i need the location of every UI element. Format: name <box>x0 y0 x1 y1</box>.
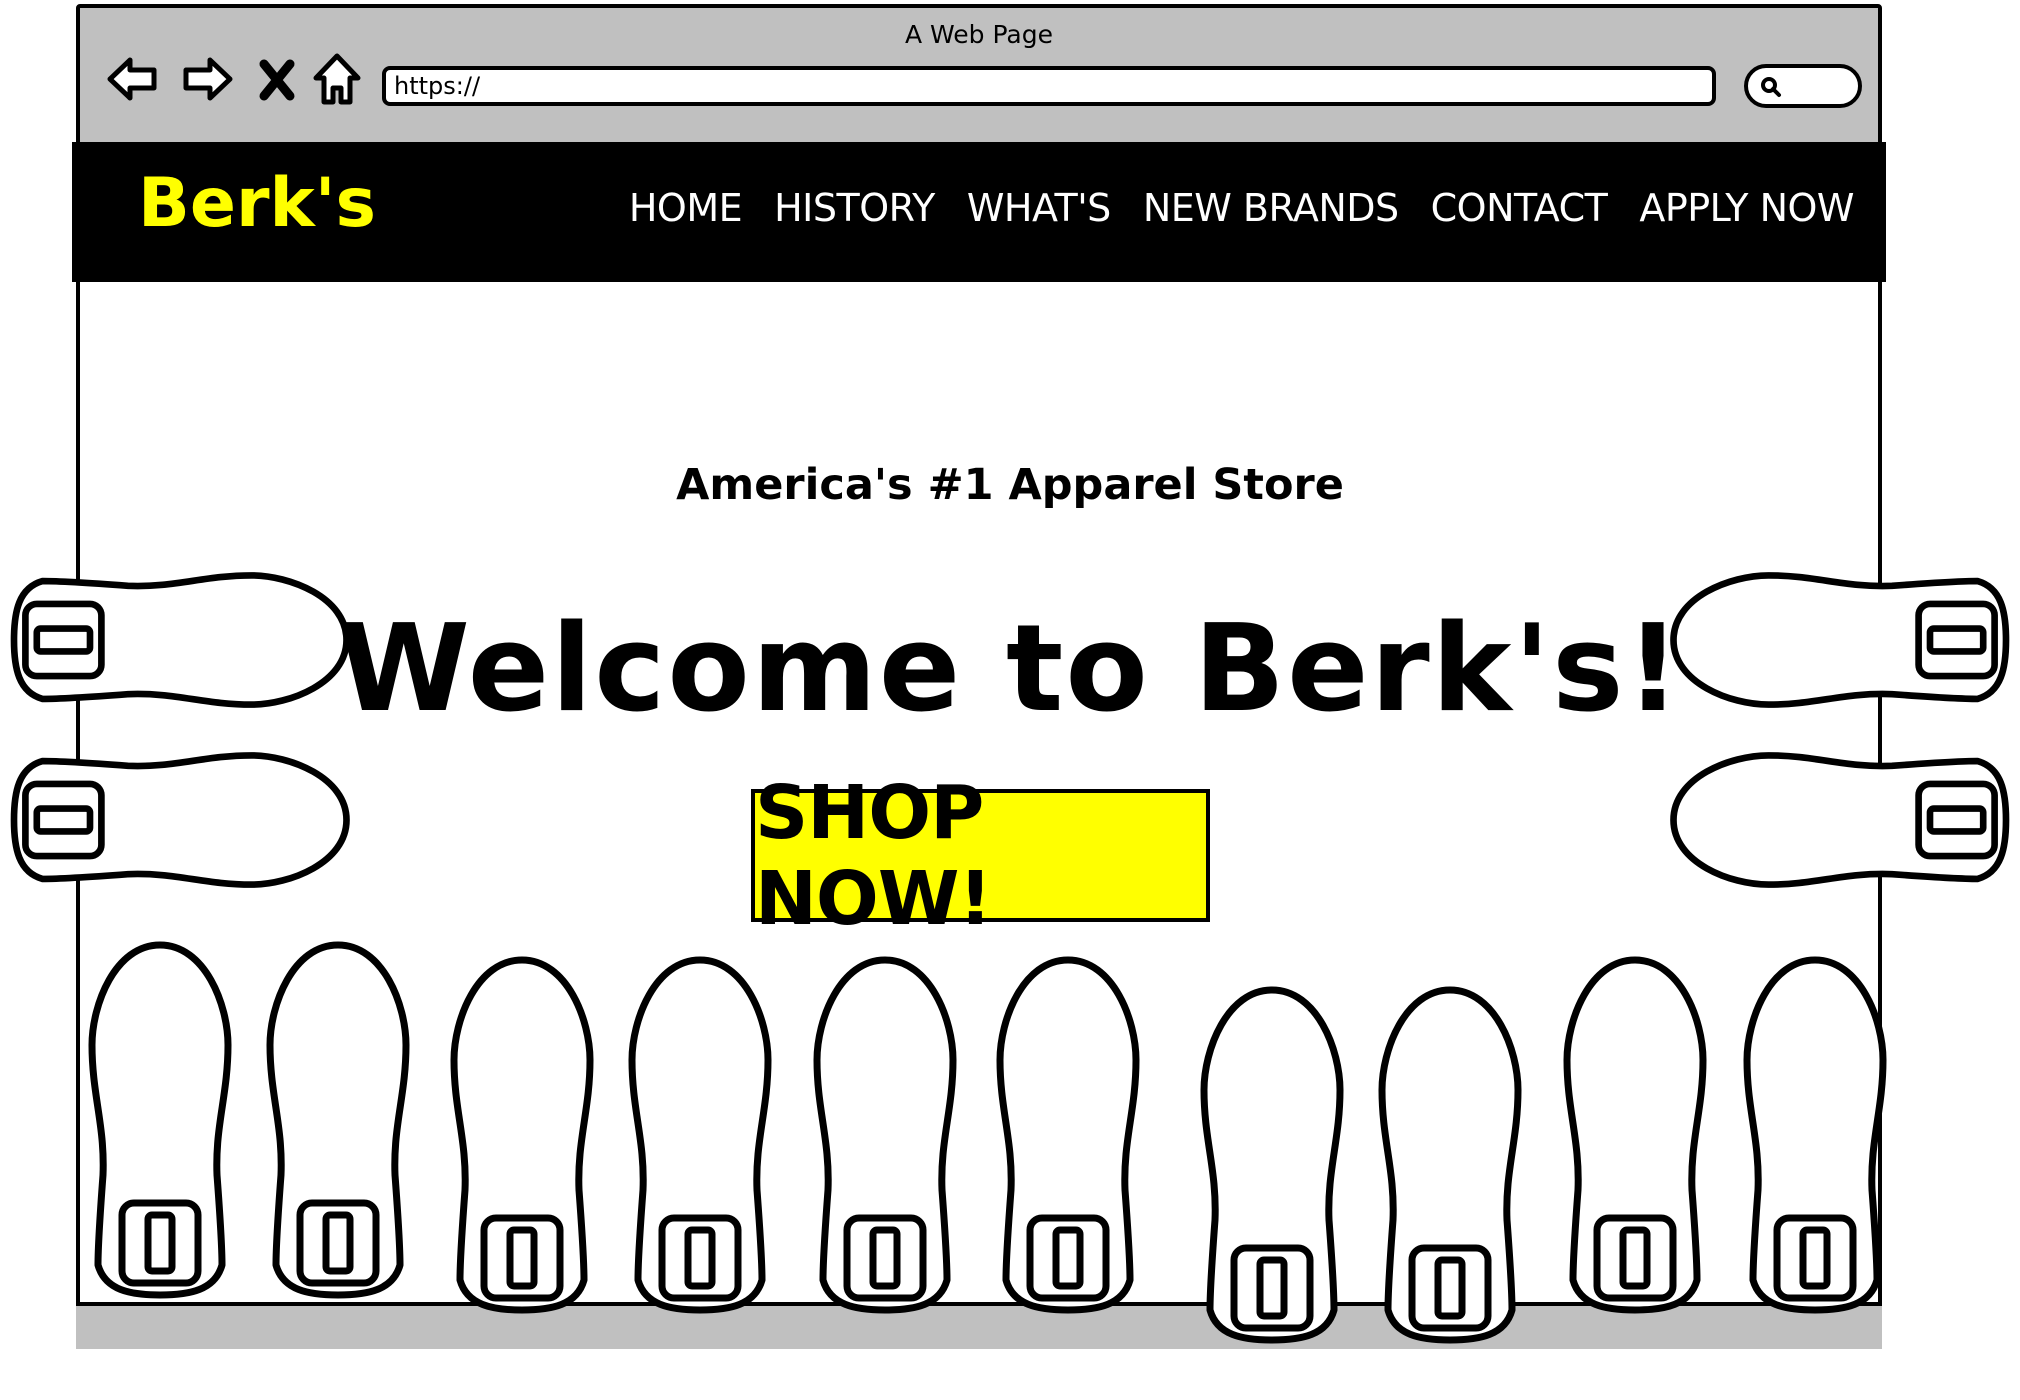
stop-x-icon[interactable] <box>248 50 306 108</box>
nav-contact[interactable]: CONTACT <box>1431 186 1608 230</box>
browser-statusbar <box>76 1302 1882 1349</box>
nav-history[interactable]: HISTORY <box>774 186 935 230</box>
nav-whats[interactable]: WHAT'S <box>967 186 1111 230</box>
nav-home[interactable]: HOME <box>629 186 743 230</box>
home-icon[interactable] <box>308 50 366 108</box>
nav-apply-now[interactable]: APPLY NOW <box>1639 186 1854 230</box>
forward-arrow-icon[interactable] <box>178 50 236 108</box>
window-title: A Web Page <box>904 20 1054 49</box>
url-input[interactable]: https:// <box>382 66 1716 106</box>
nav-new-brands[interactable]: NEW BRANDS <box>1143 186 1399 230</box>
browser-titlebar: A Web Page https:// <box>80 8 1878 145</box>
hero-headline: Welcome to Berk's! <box>337 600 1683 739</box>
back-arrow-icon[interactable] <box>104 50 162 108</box>
site-logo[interactable]: Berk's <box>138 164 376 243</box>
search-icon <box>1761 77 1781 97</box>
site-header: Berk's HOME HISTORY WHAT'S NEW BRANDS CO… <box>72 142 1886 282</box>
main-nav: HOME HISTORY WHAT'S NEW BRANDS CONTACT A… <box>629 186 1855 230</box>
browser-search-button[interactable] <box>1744 64 1862 108</box>
hero-tagline: America's #1 Apparel Store <box>676 460 1344 510</box>
shop-now-button[interactable]: SHOP NOW! <box>751 770 1210 942</box>
